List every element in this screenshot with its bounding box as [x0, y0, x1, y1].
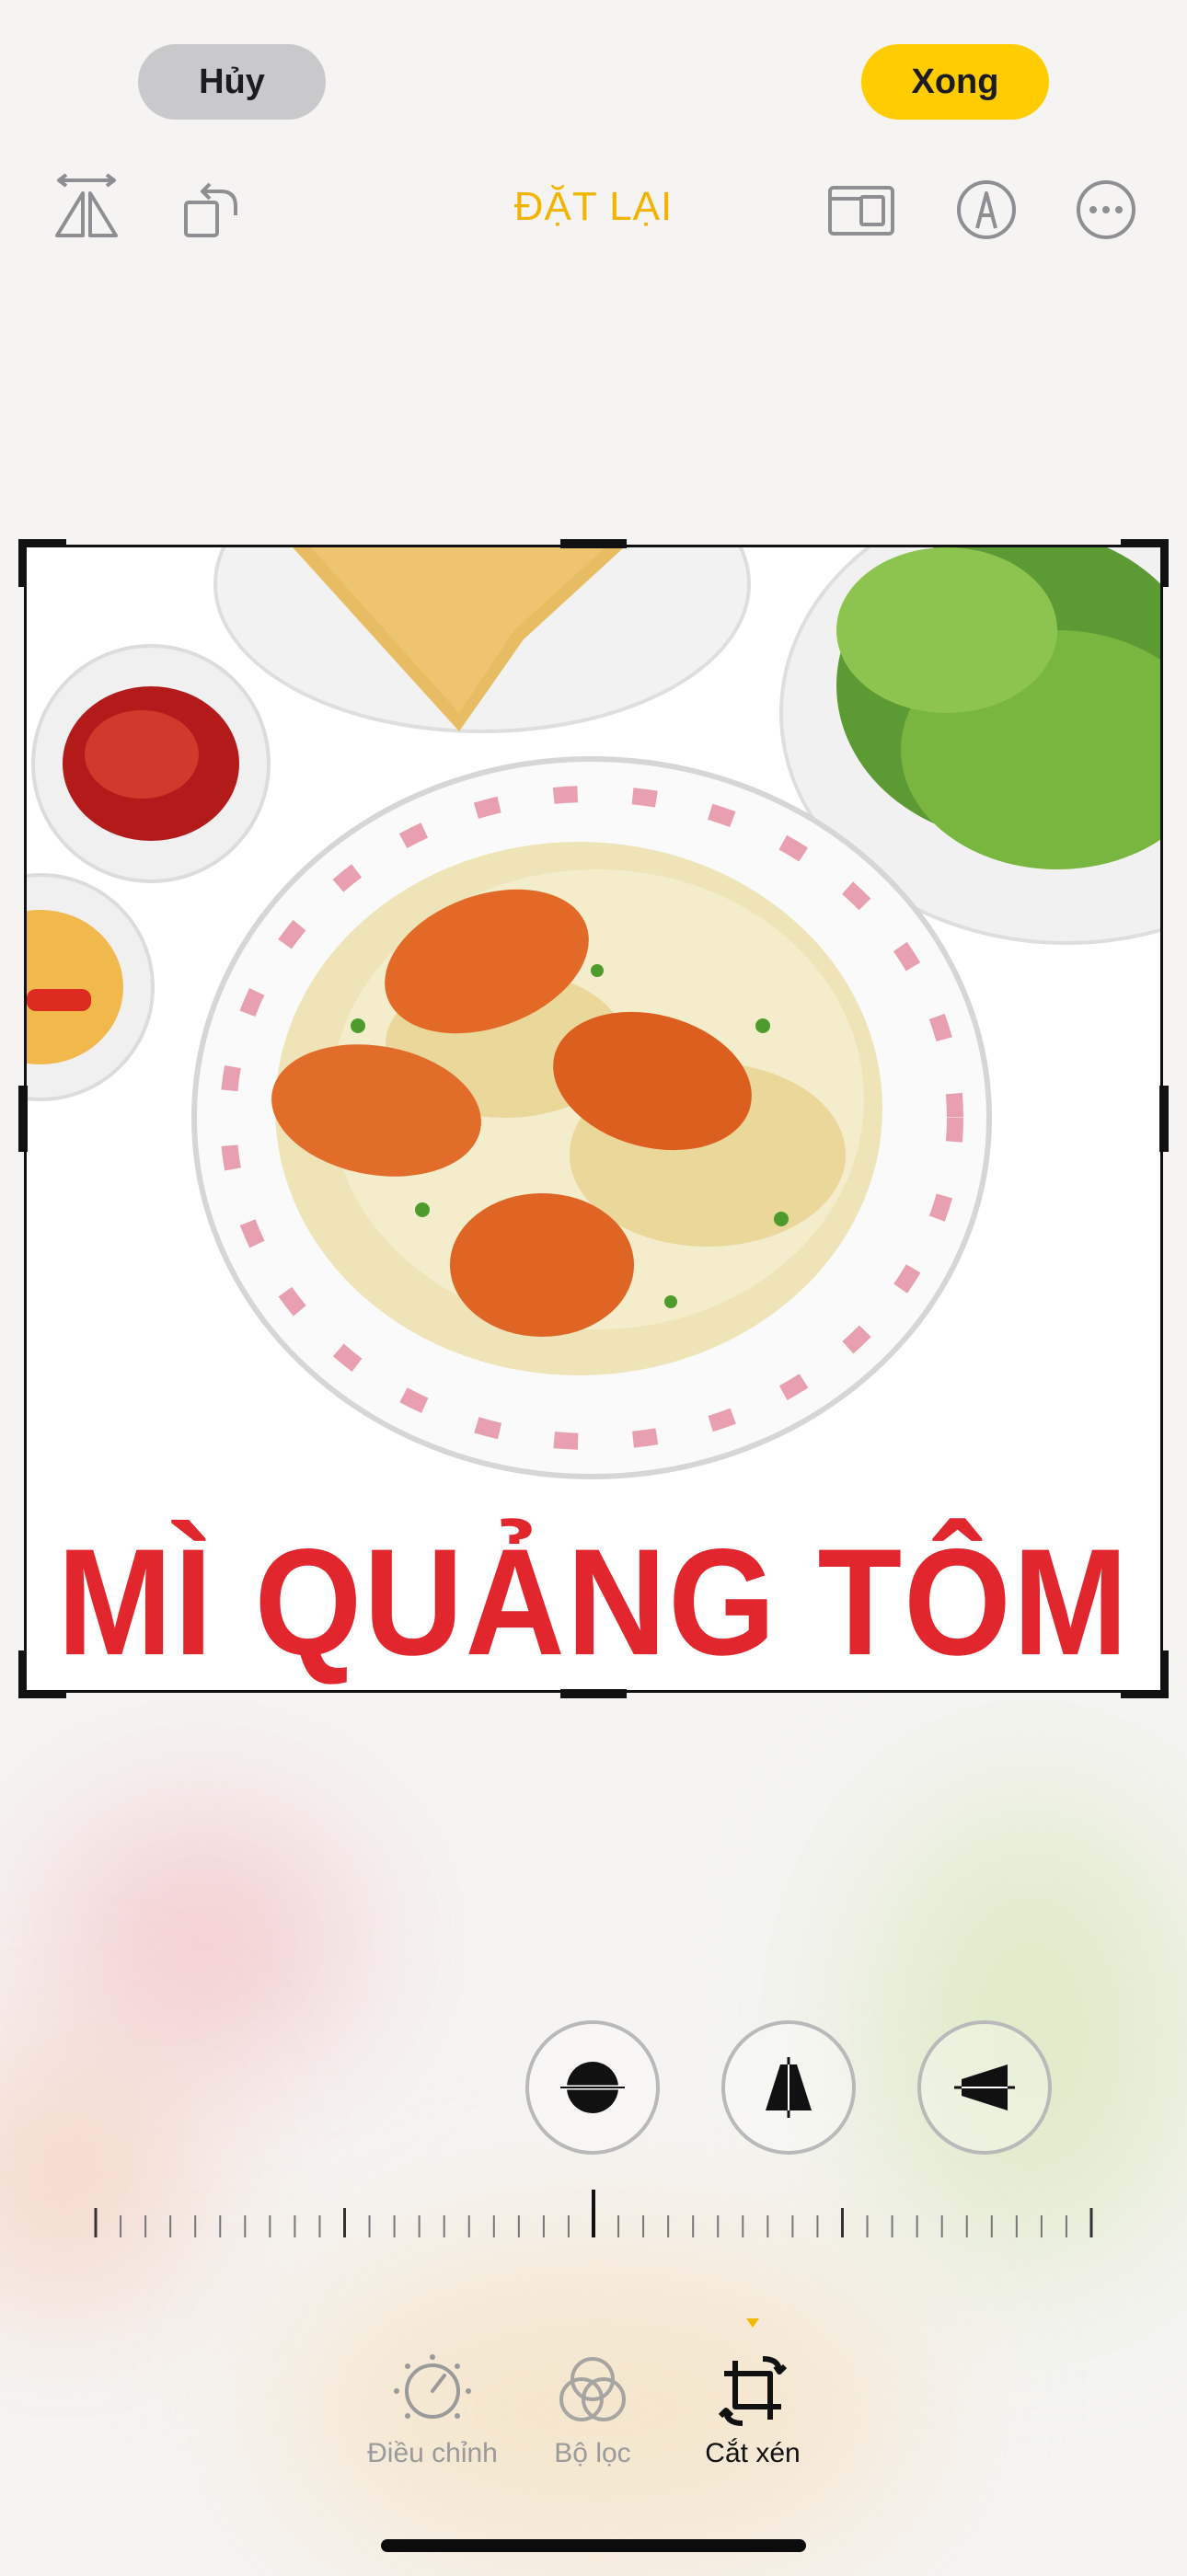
done-button[interactable]: Xong	[861, 44, 1049, 120]
straighten-button[interactable]	[525, 2020, 660, 2155]
crop-handle-bottom-left[interactable]	[17, 1647, 70, 1699]
straighten-icon	[560, 2062, 625, 2113]
aspect-ratio-icon[interactable]	[824, 173, 898, 247]
rotate-icon[interactable]	[177, 173, 250, 247]
crop-icon	[718, 2318, 788, 2426]
markup-pen-icon[interactable]	[950, 173, 1023, 247]
tab-crop-label: Cắt xén	[705, 2438, 801, 2468]
home-indicator	[381, 2539, 806, 2552]
reset-button[interactable]: ĐẶT LẠI	[478, 184, 709, 230]
cancel-button[interactable]: Hủy	[138, 44, 326, 120]
crop-handle-bottom-right[interactable]	[1117, 1647, 1170, 1699]
flip-horizontal-icon[interactable]	[50, 173, 123, 247]
tab-filters-label: Bộ lọc	[554, 2438, 631, 2468]
vertical-perspective-icon	[766, 2057, 812, 2118]
crop-handle-top[interactable]	[560, 539, 627, 548]
more-icon[interactable]	[1069, 173, 1143, 247]
adjust-dial-icon	[394, 2354, 471, 2419]
crop-handle-right[interactable]	[1159, 1086, 1169, 1152]
horizontal-perspective-button[interactable]	[917, 2020, 1052, 2155]
background-blur-peach	[0, 2061, 184, 2300]
rotation-ruler[interactable]	[0, 2190, 1187, 2263]
tab-adjust[interactable]: Điều chỉnh	[350, 2352, 515, 2469]
tab-filters[interactable]: Bộ lọc	[510, 2352, 675, 2469]
crop-handle-top-right[interactable]	[1117, 538, 1170, 591]
crop-handle-top-left[interactable]	[17, 538, 70, 591]
photo-crop-area[interactable]: MÌ QUẢNG TÔM	[24, 545, 1163, 1693]
tab-adjust-label: Điều chỉnh	[367, 2438, 498, 2468]
crop-handle-left[interactable]	[18, 1086, 28, 1152]
tab-crop[interactable]: Cắt xén	[670, 2318, 836, 2469]
background-blur-red	[55, 1822, 350, 2061]
crop-handle-bottom[interactable]	[560, 1689, 627, 1698]
filters-icon	[559, 2357, 626, 2421]
photo-title-text: MÌ QUẢNG TÔM	[57, 1516, 1130, 1687]
vertical-perspective-button[interactable]	[721, 2020, 856, 2155]
horizontal-perspective-icon	[954, 2064, 1015, 2110]
